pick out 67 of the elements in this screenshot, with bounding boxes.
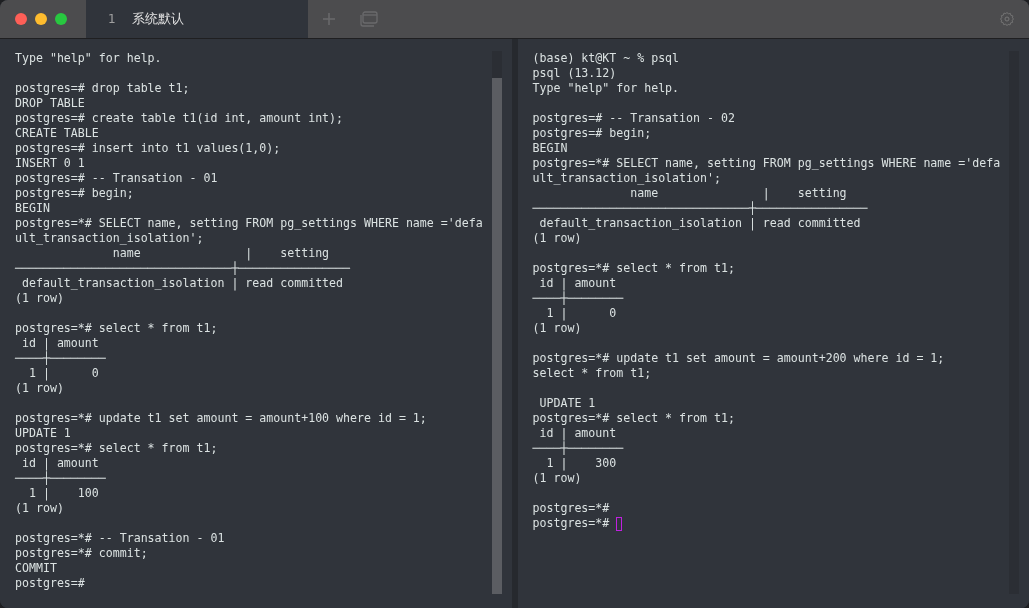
terminal-line: postgres=# -- Transation - 01 [15,171,218,186]
terminal-line: ────┼──────── [532,441,624,456]
terminal-line: 1 | 0 [545,306,617,321]
terminal-line: (1 row) [532,321,582,336]
terminal-line: select * from t1; [532,366,652,381]
terminal-line: id | amount [539,276,617,291]
terminal-line: postgres=*# select * from t1; [15,321,218,336]
terminal-line: 1 | 100 [27,486,99,501]
terminal-line: id | amount [21,336,99,351]
terminal-line: postgres=*# -- Transation - 01 [15,531,225,546]
settings-icon[interactable] [999,11,1015,27]
terminal-line: ult_transaction_isolation'; [532,171,721,186]
window-close-button[interactable] [15,13,27,25]
terminal-line: default_transaction_isolation | read committed [20,276,344,291]
terminal-line: postgres=# insert into t1 values(1,0); [15,141,281,156]
terminal-line: ult_transaction_isolation'; [15,231,204,246]
terminal-pane[interactable] [511,39,1029,608]
terminal-line: postgres=# begin; [15,186,134,201]
terminal-line: COMMIT [15,561,57,576]
terminal-line: name | setting [630,186,847,201]
terminal-line: (base) kt@KT ~ % psql [532,51,680,66]
terminal-line: 1 | 300 [545,456,617,471]
terminal-line: postgres=# create table t1(id int, amount int); [15,111,344,126]
terminal-line: postgres=*# update t1 set amount = amount+200 where id = 1; [532,351,945,366]
terminal-line: postgres=*# select * from t1; [532,261,735,276]
terminal-line: postgres=# begin; [532,126,652,141]
terminal-line: ────┼──────── [532,291,624,306]
terminal-line: postgres=*# [532,516,623,531]
terminal-line: (1 row) [15,381,64,396]
terminal-line: INSERT 0 1 [15,156,85,171]
terminal-line: default_transaction_isolation | read committed [538,216,861,231]
terminal-line: postgres=*# SELECT name, setting FROM pg_settings WHERE name ='defa [15,216,483,231]
terminal-line: BEGIN [15,201,50,216]
terminal-line: ────┼──────── [15,471,106,486]
terminal-line: Type "help" for help. [15,51,162,66]
terminal-line: postgres=# drop table t1; [15,81,190,96]
terminal-line: postgres=*# commit; [15,546,148,561]
terminal-line: name | setting [112,246,330,261]
terminal-line: postgres=# -- Transation - 02 [532,111,735,126]
window-icon[interactable] [360,11,378,27]
terminal-line: ────┼──────── [15,351,106,366]
terminal-line: BEGIN [532,141,568,156]
tab[interactable]: 1 系统默认 [86,0,308,38]
terminal-line: CREATE TABLE [15,126,99,141]
terminal-line: (1 row) [532,231,582,246]
terminal-line: postgres=*# SELECT name, setting FROM pg_settings WHERE name ='defa [532,156,1001,171]
terminal-line: postgres=*# select * from t1; [532,411,735,426]
plus-icon[interactable] [322,12,336,26]
terminal-line: ───────────────────────────────┼──────────────── [15,261,351,276]
terminal-line: (1 row) [532,471,582,486]
terminal-line: postgres=*# update t1 set amount = amount+100 where id = 1; [15,411,427,426]
terminal-line: (1 row) [15,501,64,516]
terminal-line: UPDATE 1 [15,426,71,441]
terminal-line: postgres=*# [532,501,610,516]
terminal-line: UPDATE 1 [538,396,596,411]
terminal-line: ───────────────────────────────┼──────────────── [532,201,868,216]
window-minimize-button[interactable] [35,13,47,25]
terminal-line: postgres=*# select * from t1; [15,441,218,456]
terminal-line: 1 | 0 [27,366,99,381]
terminal-line: (1 row) [15,291,64,306]
terminal-line: psql (13.12) [532,66,617,81]
terminal-line: DROP TABLE [15,96,85,111]
terminal-line: Type "help" for help. [532,81,680,96]
terminal-line: postgres=# [15,576,85,591]
window-zoom-button[interactable] [55,13,67,25]
terminal-line: id | amount [539,426,617,441]
terminal-line: id | amount [21,456,99,471]
